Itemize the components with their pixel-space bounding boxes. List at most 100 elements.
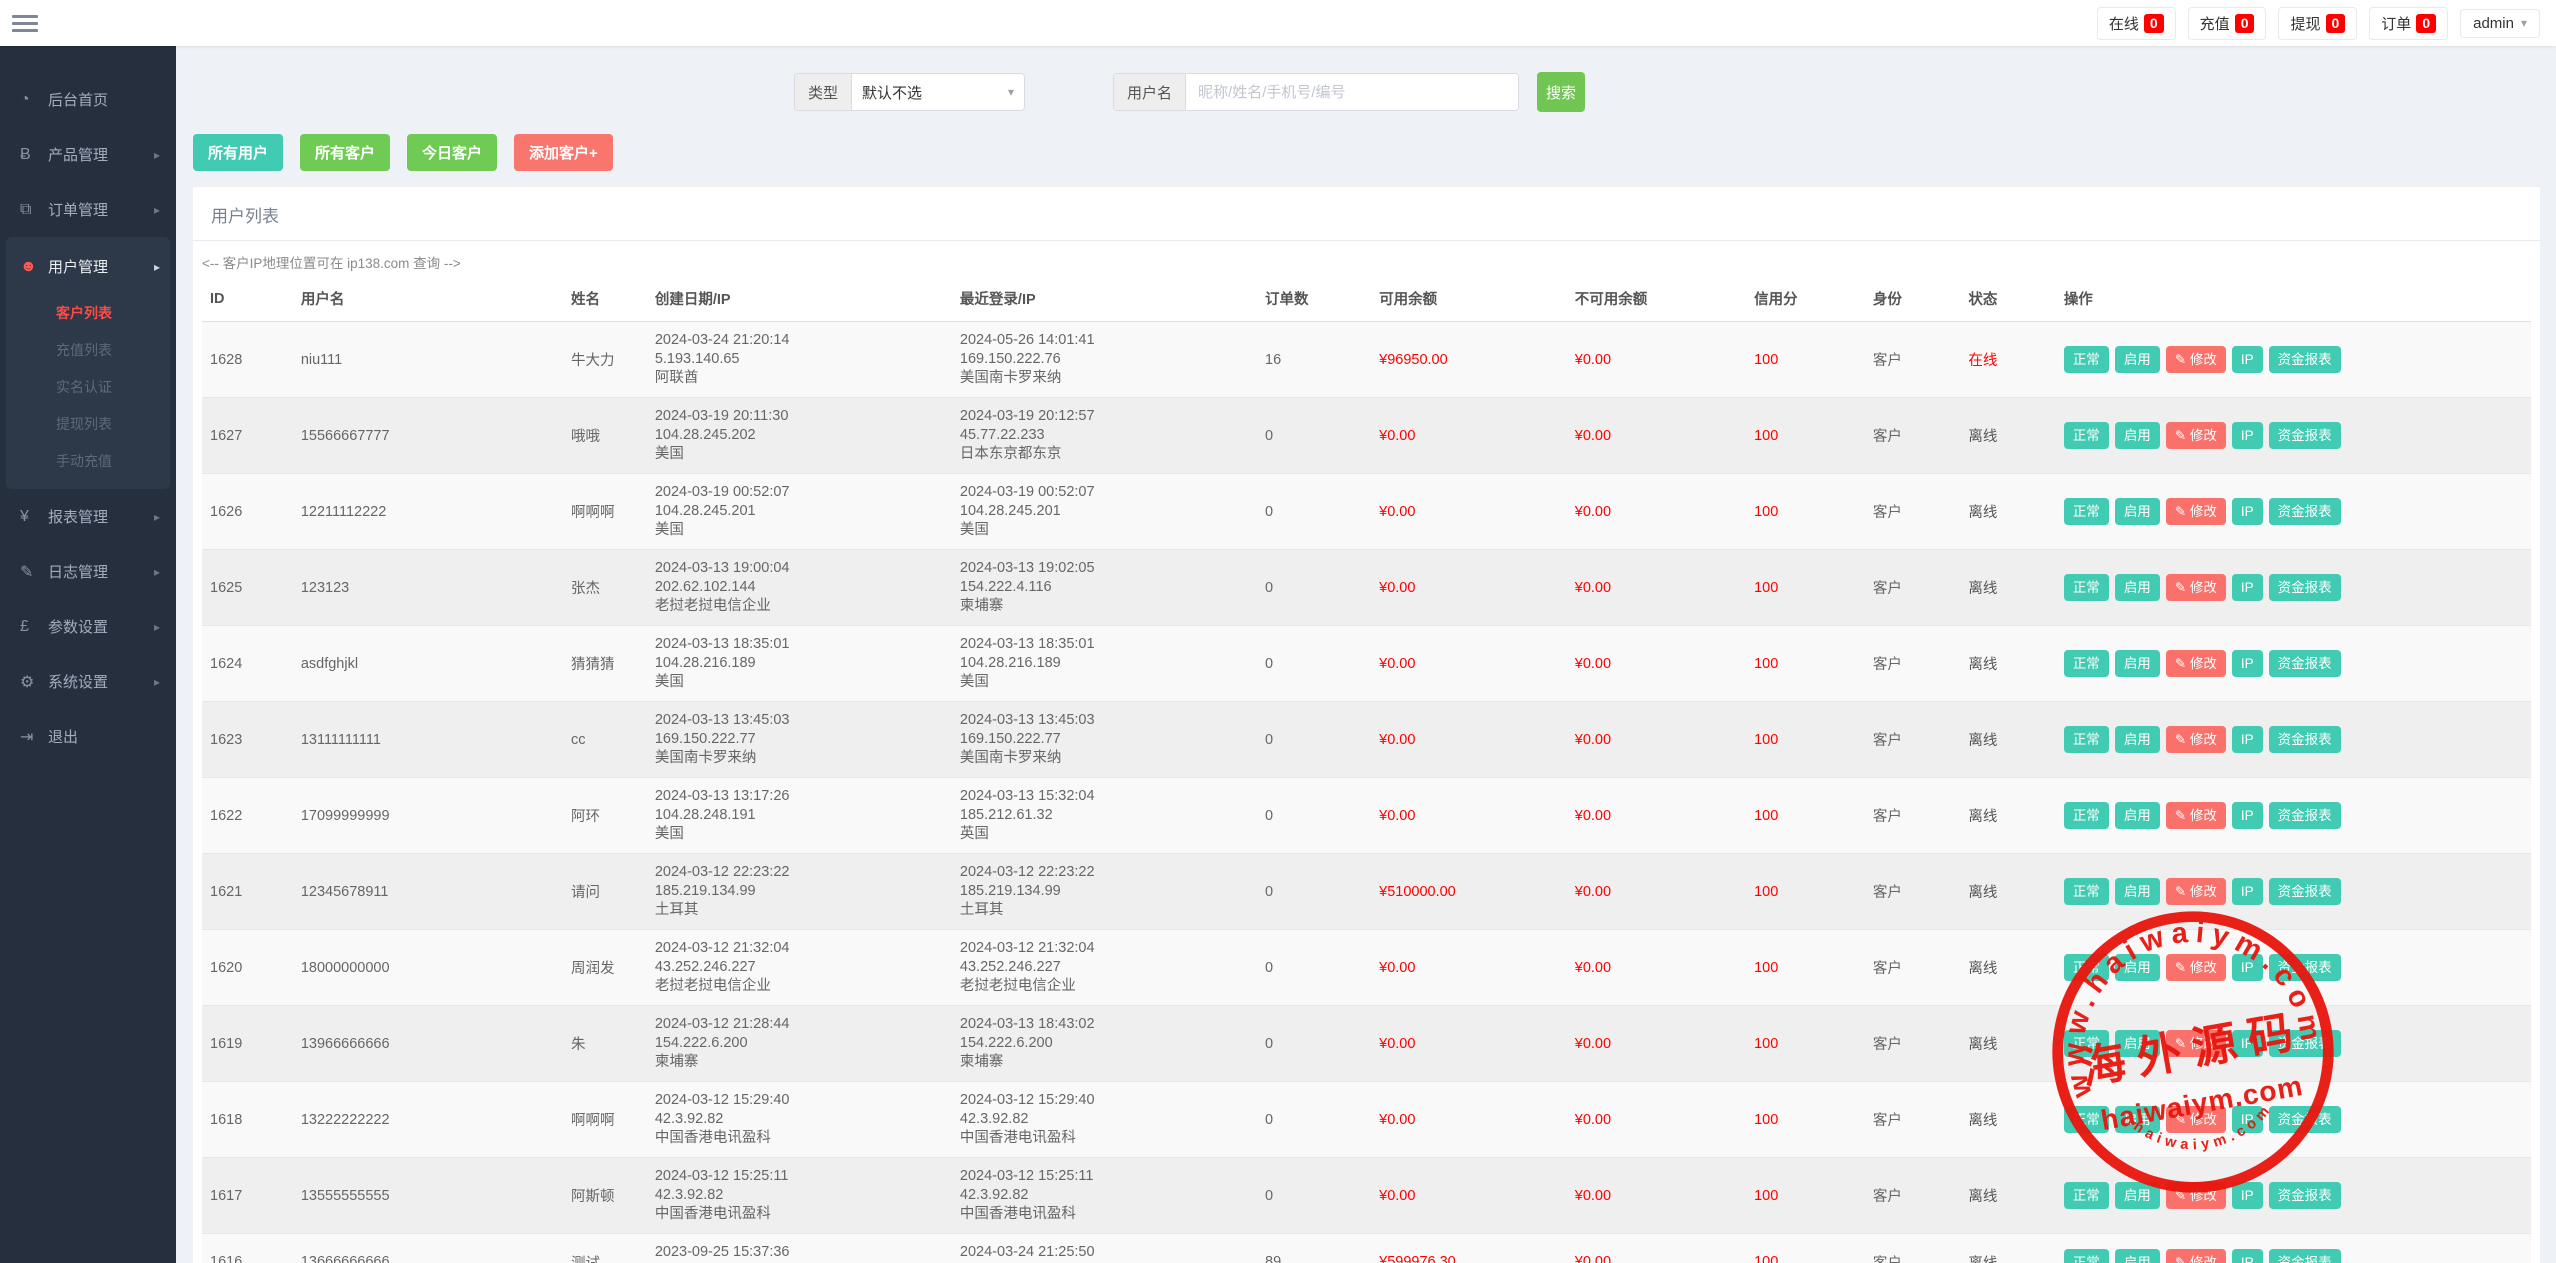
ip-button[interactable]: IP [2232,802,2263,829]
funds-report-button[interactable]: 资金报表 [2269,1249,2341,1263]
stat-orders[interactable]: 订单 0 [2369,7,2448,40]
hamburger-menu-icon[interactable] [12,11,38,36]
edit-button[interactable]: ✎ 修改 [2166,346,2226,373]
ip-button[interactable]: IP [2232,1249,2263,1263]
edit-button[interactable]: ✎ 修改 [2166,878,2226,905]
normal-button[interactable]: 正常 [2064,878,2109,905]
funds-report-button[interactable]: 资金报表 [2269,726,2341,753]
ip-line: 土耳其 [655,901,944,920]
funds-report-button[interactable]: 资金报表 [2269,422,2341,449]
ip-button[interactable]: IP [2232,650,2263,677]
user-menu[interactable]: admin ▾ [2460,9,2540,38]
add-client-button[interactable]: 添加客户+ [514,134,613,171]
status: 离线 [1960,1082,2055,1158]
ip-button[interactable]: IP [2232,1106,2263,1133]
sidebar-subitem[interactable]: 客户列表 [6,294,170,331]
username-input[interactable] [1186,74,1518,110]
sidebar-item-system[interactable]: ⚙系统设置▸ [0,654,176,709]
normal-button[interactable]: 正常 [2064,498,2109,525]
stat-recharge[interactable]: 充值 0 [2188,7,2267,40]
edit-button[interactable]: ✎ 修改 [2166,1030,2226,1057]
sidebar-subitem[interactable]: 手动充值 [6,442,170,479]
funds-report-button[interactable]: 资金报表 [2269,346,2341,373]
ip-button[interactable]: IP [2232,878,2263,905]
edit-button[interactable]: ✎ 修改 [2166,802,2226,829]
normal-button[interactable]: 正常 [2064,1106,2109,1133]
sidebar-item-orders[interactable]: ⧉订单管理▸ [0,182,176,237]
enable-button[interactable]: 启用 [2115,346,2160,373]
enable-button[interactable]: 启用 [2115,1106,2160,1133]
enable-button[interactable]: 启用 [2115,878,2160,905]
enable-button[interactable]: 启用 [2115,1030,2160,1057]
sidebar-subitem[interactable]: 充值列表 [6,331,170,368]
ip-button[interactable]: IP [2232,422,2263,449]
enable-button[interactable]: 启用 [2115,574,2160,601]
normal-button[interactable]: 正常 [2064,1030,2109,1057]
normal-button[interactable]: 正常 [2064,726,2109,753]
edit-button[interactable]: ✎ 修改 [2166,1249,2226,1263]
enable-button[interactable]: 启用 [2115,422,2160,449]
edit-button[interactable]: ✎ 修改 [2166,1106,2226,1133]
edit-button[interactable]: ✎ 修改 [2166,574,2226,601]
sidebar-item-logout[interactable]: ⇥退出 [0,709,176,764]
search-button[interactable]: 搜索 [1537,72,1585,112]
stat-orders-label: 订单 [2381,13,2411,34]
ip-button[interactable]: IP [2232,574,2263,601]
stat-online[interactable]: 在线 0 [2097,7,2176,40]
actions-cell: 正常启用 ✎ 修改 IP 资金报表 [2056,1234,2531,1263]
enable-button[interactable]: 启用 [2115,726,2160,753]
sidebar-subitem[interactable]: 提现列表 [6,405,170,442]
all-users-button[interactable]: 所有用户 [193,134,283,171]
normal-button[interactable]: 正常 [2064,346,2109,373]
funds-report-button[interactable]: 资金报表 [2269,954,2341,981]
ip-button[interactable]: IP [2232,346,2263,373]
ip-button[interactable]: IP [2232,954,2263,981]
sidebar-item-params[interactable]: £参数设置▸ [0,599,176,654]
sidebar-subitem[interactable]: 实名认证 [6,368,170,405]
normal-button[interactable]: 正常 [2064,422,2109,449]
type-select[interactable]: 默认不选 ▾ [852,74,1024,110]
enable-button[interactable]: 启用 [2115,954,2160,981]
user-id: 1625 [202,550,293,626]
edit-button[interactable]: ✎ 修改 [2166,954,2226,981]
funds-report-button[interactable]: 资金报表 [2269,1182,2341,1209]
enable-button[interactable]: 启用 [2115,1182,2160,1209]
sidebar-item-products[interactable]: Ƀ产品管理▸ [0,127,176,182]
today-clients-button[interactable]: 今日客户 [407,134,497,171]
normal-button[interactable]: 正常 [2064,574,2109,601]
ip-button[interactable]: IP [2232,726,2263,753]
sidebar-item-dashboard[interactable]: ◔后台首页 [0,72,176,127]
actions: 正常启用✎ 修改IP资金报表 [2064,650,2523,677]
funds-report-button[interactable]: 资金报表 [2269,802,2341,829]
edit-button[interactable]: ✎ 修改 [2166,650,2226,677]
sidebar-item-logs[interactable]: ✎日志管理▸ [0,544,176,599]
normal-button[interactable]: 正常 [2064,954,2109,981]
normal-button[interactable]: 正常 [2064,1182,2109,1209]
all-clients-button[interactable]: 所有客户 [300,134,390,171]
enable-button[interactable]: 启用 [2115,1249,2160,1263]
stat-withdraw[interactable]: 提现 0 [2278,7,2357,40]
edit-button[interactable]: ✎ 修改 [2166,498,2226,525]
normal-button[interactable]: 正常 [2064,1249,2109,1263]
funds-report-button[interactable]: 资金报表 [2269,1106,2341,1133]
ip-button[interactable]: IP [2232,1182,2263,1209]
unavailable-balance: ¥0.00 [1567,1234,1746,1263]
sidebar-item-users[interactable]: ☻用户管理▸ [6,239,170,294]
enable-button[interactable]: 启用 [2115,498,2160,525]
ip-button[interactable]: IP [2232,498,2263,525]
funds-report-button[interactable]: 资金报表 [2269,878,2341,905]
normal-button[interactable]: 正常 [2064,802,2109,829]
ip-button[interactable]: IP [2232,1030,2263,1057]
ip-line: 169.150.222.77 [960,730,1249,749]
normal-button[interactable]: 正常 [2064,650,2109,677]
funds-report-button[interactable]: 资金报表 [2269,574,2341,601]
enable-button[interactable]: 启用 [2115,802,2160,829]
funds-report-button[interactable]: 资金报表 [2269,498,2341,525]
edit-button[interactable]: ✎ 修改 [2166,422,2226,449]
funds-report-button[interactable]: 资金报表 [2269,650,2341,677]
edit-button[interactable]: ✎ 修改 [2166,726,2226,753]
funds-report-button[interactable]: 资金报表 [2269,1030,2341,1057]
sidebar-item-reports[interactable]: ¥报表管理▸ [0,489,176,544]
enable-button[interactable]: 启用 [2115,650,2160,677]
edit-button[interactable]: ✎ 修改 [2166,1182,2226,1209]
